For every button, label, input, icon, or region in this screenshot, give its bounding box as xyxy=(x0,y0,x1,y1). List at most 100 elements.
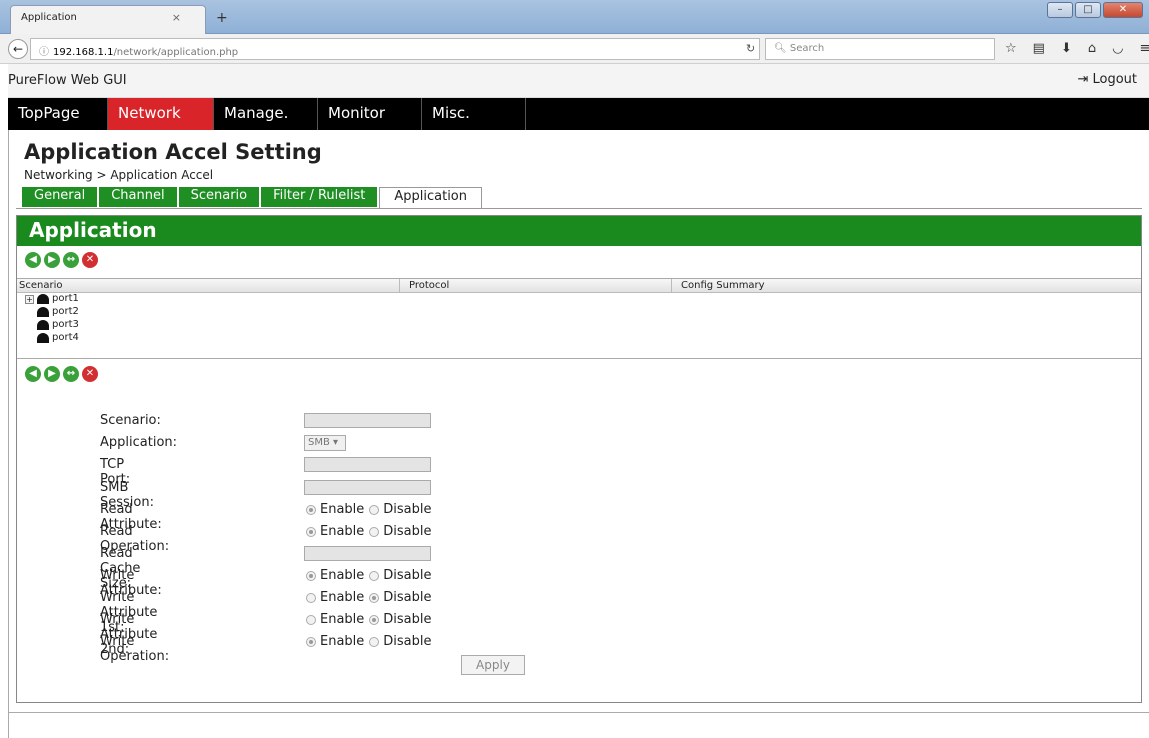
tree-label: port1 xyxy=(52,293,79,304)
window-controls: – □ ✕ xyxy=(1047,2,1143,18)
breadcrumb: Networking > Application Accel xyxy=(24,168,214,182)
download-icon[interactable]: ⬇ xyxy=(1061,41,1072,56)
disable-label: Disable xyxy=(383,612,432,627)
read-cache-size-field[interactable] xyxy=(304,546,431,561)
write-attribute-2nd-enable-radio[interactable] xyxy=(306,614,316,625)
enable-label: Enable xyxy=(320,590,365,605)
tab-title: Application xyxy=(21,12,77,23)
write-attribute-2nd-disable-radio[interactable] xyxy=(369,614,380,625)
footer-divider xyxy=(8,712,1149,713)
read-attribute-disable-radio[interactable] xyxy=(369,504,380,515)
column-config-summary[interactable]: Config Summary xyxy=(681,280,765,291)
disable-label: Disable xyxy=(383,634,432,649)
expand-toggle-icon[interactable]: + xyxy=(25,295,34,304)
pocket-icon[interactable]: ◡ xyxy=(1112,41,1123,56)
search-input[interactable]: 🔍︎ Search xyxy=(765,38,995,60)
enable-label: Enable xyxy=(320,568,365,583)
minimize-icon[interactable]: – xyxy=(1047,2,1073,18)
read-attribute-enable-radio[interactable] xyxy=(306,504,316,515)
home-icon[interactable]: ⌂ xyxy=(1088,41,1096,56)
browser-tab[interactable]: Application × xyxy=(10,5,206,34)
previous-icon[interactable]: ◀ xyxy=(25,252,41,268)
enable-label: Enable xyxy=(320,634,365,649)
scenario-grid: Scenario Protocol Config Summary + port1… xyxy=(17,278,1141,359)
smb-session-field[interactable] xyxy=(304,480,431,495)
disable-label: Disable xyxy=(383,502,432,517)
menu-item-manage[interactable]: Manage. xyxy=(214,98,318,130)
write-attribute-2nd-radios: Enable Disable xyxy=(306,612,437,627)
write-attribute-disable-radio[interactable] xyxy=(369,570,380,581)
column-protocol[interactable]: Protocol xyxy=(409,280,449,291)
next-icon[interactable]: ▶ xyxy=(44,252,60,268)
info-icon[interactable]: ⓘ xyxy=(39,47,49,58)
reload-icon[interactable]: ↻ xyxy=(746,42,755,55)
app-header: PureFlow Web GUI ⇥ Logout xyxy=(8,64,1149,98)
menu-item-misc[interactable]: Misc. xyxy=(422,98,526,130)
panel-title: Application xyxy=(17,216,1141,246)
menu-item-toppage[interactable]: TopPage xyxy=(8,98,108,130)
application-label: Application: xyxy=(100,435,178,450)
write-attribute-1st-disable-radio[interactable] xyxy=(369,592,380,603)
tab-divider xyxy=(16,208,1142,209)
port-icon xyxy=(37,307,49,317)
enable-label: Enable xyxy=(320,612,365,627)
window-close-icon[interactable]: ✕ xyxy=(1103,2,1143,18)
menu-icon[interactable]: ≡ xyxy=(1139,41,1149,56)
tab-general[interactable]: General xyxy=(22,187,98,207)
port-icon xyxy=(37,294,49,304)
tree-row[interactable]: port2 xyxy=(17,306,1141,319)
disable-label: Disable xyxy=(383,568,432,583)
read-operation-disable-radio[interactable] xyxy=(369,526,380,537)
back-icon[interactable]: ← xyxy=(8,39,28,59)
scenario-label: Scenario: xyxy=(100,413,161,428)
search-icon: 🔍︎ xyxy=(774,43,787,54)
application-panel: Application ◀ ▶ ↔ ✕ Scenario Protocol Co… xyxy=(16,215,1142,703)
reading-list-icon[interactable]: ▤ xyxy=(1033,41,1045,56)
read-operation-enable-radio[interactable] xyxy=(306,526,316,537)
menu-item-network[interactable]: Network xyxy=(108,98,214,130)
page-left-border xyxy=(8,64,9,738)
url-path: /network/application.php xyxy=(113,47,239,58)
write-operation-enable-radio[interactable] xyxy=(306,636,316,647)
expand-icon[interactable]: ↔ xyxy=(63,252,79,268)
disable-label: Disable xyxy=(383,524,432,539)
tab-channel[interactable]: Channel xyxy=(99,187,177,207)
logout-icon: ⇥ xyxy=(1077,72,1089,87)
tcp-port-field[interactable] xyxy=(304,457,431,472)
apply-button[interactable]: Apply xyxy=(461,655,525,675)
column-scenario[interactable]: Scenario xyxy=(19,280,62,291)
menu-item-monitor[interactable]: Monitor xyxy=(318,98,422,130)
tab-scenario[interactable]: Scenario xyxy=(178,187,260,207)
delete-icon[interactable]: ✕ xyxy=(82,252,98,268)
tab-application[interactable]: Application xyxy=(379,187,482,209)
tab-close-icon[interactable]: × xyxy=(172,11,181,24)
next-icon[interactable]: ▶ xyxy=(44,366,60,382)
write-attribute-enable-radio[interactable] xyxy=(306,570,316,581)
main-menu: TopPage Network Manage. Monitor Misc. xyxy=(8,98,1149,130)
bookmark-star-icon[interactable]: ☆ xyxy=(1005,41,1017,56)
new-tab-icon[interactable]: + xyxy=(216,10,228,26)
grid-toolbar: ◀ ▶ ↔ ✕ xyxy=(25,252,98,268)
tree-row[interactable]: port3 xyxy=(17,319,1141,332)
write-attribute-1st-enable-radio[interactable] xyxy=(306,592,316,603)
enable-label: Enable xyxy=(320,524,365,539)
logout-label: Logout xyxy=(1092,72,1137,87)
tab-filter-rulelist[interactable]: Filter / Rulelist xyxy=(261,187,378,207)
browser-titlebar: Application × + – □ ✕ xyxy=(0,0,1149,34)
previous-icon[interactable]: ◀ xyxy=(25,366,41,382)
application-select[interactable]: SMB ▾ xyxy=(304,435,346,451)
tree-row[interactable]: port4 xyxy=(17,332,1141,345)
url-host: 192.168.1.1 xyxy=(53,47,114,58)
chevron-down-icon: ▾ xyxy=(333,437,339,448)
write-attribute-1st-radios: Enable Disable xyxy=(306,590,437,605)
expand-icon[interactable]: ↔ xyxy=(63,366,79,382)
tree-row[interactable]: + port1 xyxy=(17,293,1141,306)
write-operation-disable-radio[interactable] xyxy=(369,636,380,647)
url-bar[interactable]: ⓘ 192.168.1.1/network/application.php xyxy=(30,38,760,60)
application-value: SMB xyxy=(308,437,330,448)
port-icon xyxy=(37,333,49,343)
logout-button[interactable]: ⇥ Logout xyxy=(1077,72,1137,87)
delete-icon[interactable]: ✕ xyxy=(82,366,98,382)
maximize-icon[interactable]: □ xyxy=(1075,2,1101,18)
scenario-field[interactable] xyxy=(304,413,431,428)
